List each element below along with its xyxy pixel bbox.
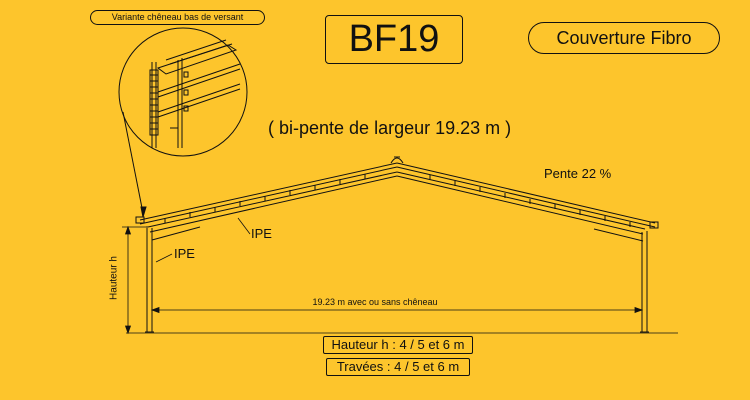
width-dimension	[150, 306, 644, 314]
model-title: BF19	[325, 15, 463, 64]
ridge-cap	[390, 157, 404, 164]
height-options-box: Hauteur h : 4 / 5 et 6 m	[323, 336, 473, 354]
detail-magnifier-circle	[118, 27, 248, 157]
rafter-beam-label: IPE	[251, 226, 272, 241]
bay-options-box: Travées : 4 / 5 et 6 m	[326, 358, 470, 376]
column-beam-label: IPE	[174, 246, 195, 261]
right-column	[640, 231, 649, 333]
variant-label: Variante chêneau bas de versant	[90, 10, 265, 25]
left-column	[145, 226, 154, 333]
height-axis-label: Hauteur h	[108, 256, 120, 300]
rafter-beams	[147, 171, 646, 242]
height-dimension	[122, 225, 146, 335]
width-dimension-label: 19.23 m avec ou sans chêneau	[312, 297, 438, 307]
ipe-rafter-leader	[237, 217, 251, 235]
slope-label: Pente 22 %	[544, 166, 612, 181]
span-subtitle: ( bi-pente de largeur 19.23 m )	[268, 118, 512, 138]
building-diagram: Variante chêneau bas de versant BF19 Cou…	[0, 0, 750, 400]
cover-type-badge: Couverture Fibro	[528, 22, 720, 54]
ipe-column-leader	[155, 253, 173, 263]
